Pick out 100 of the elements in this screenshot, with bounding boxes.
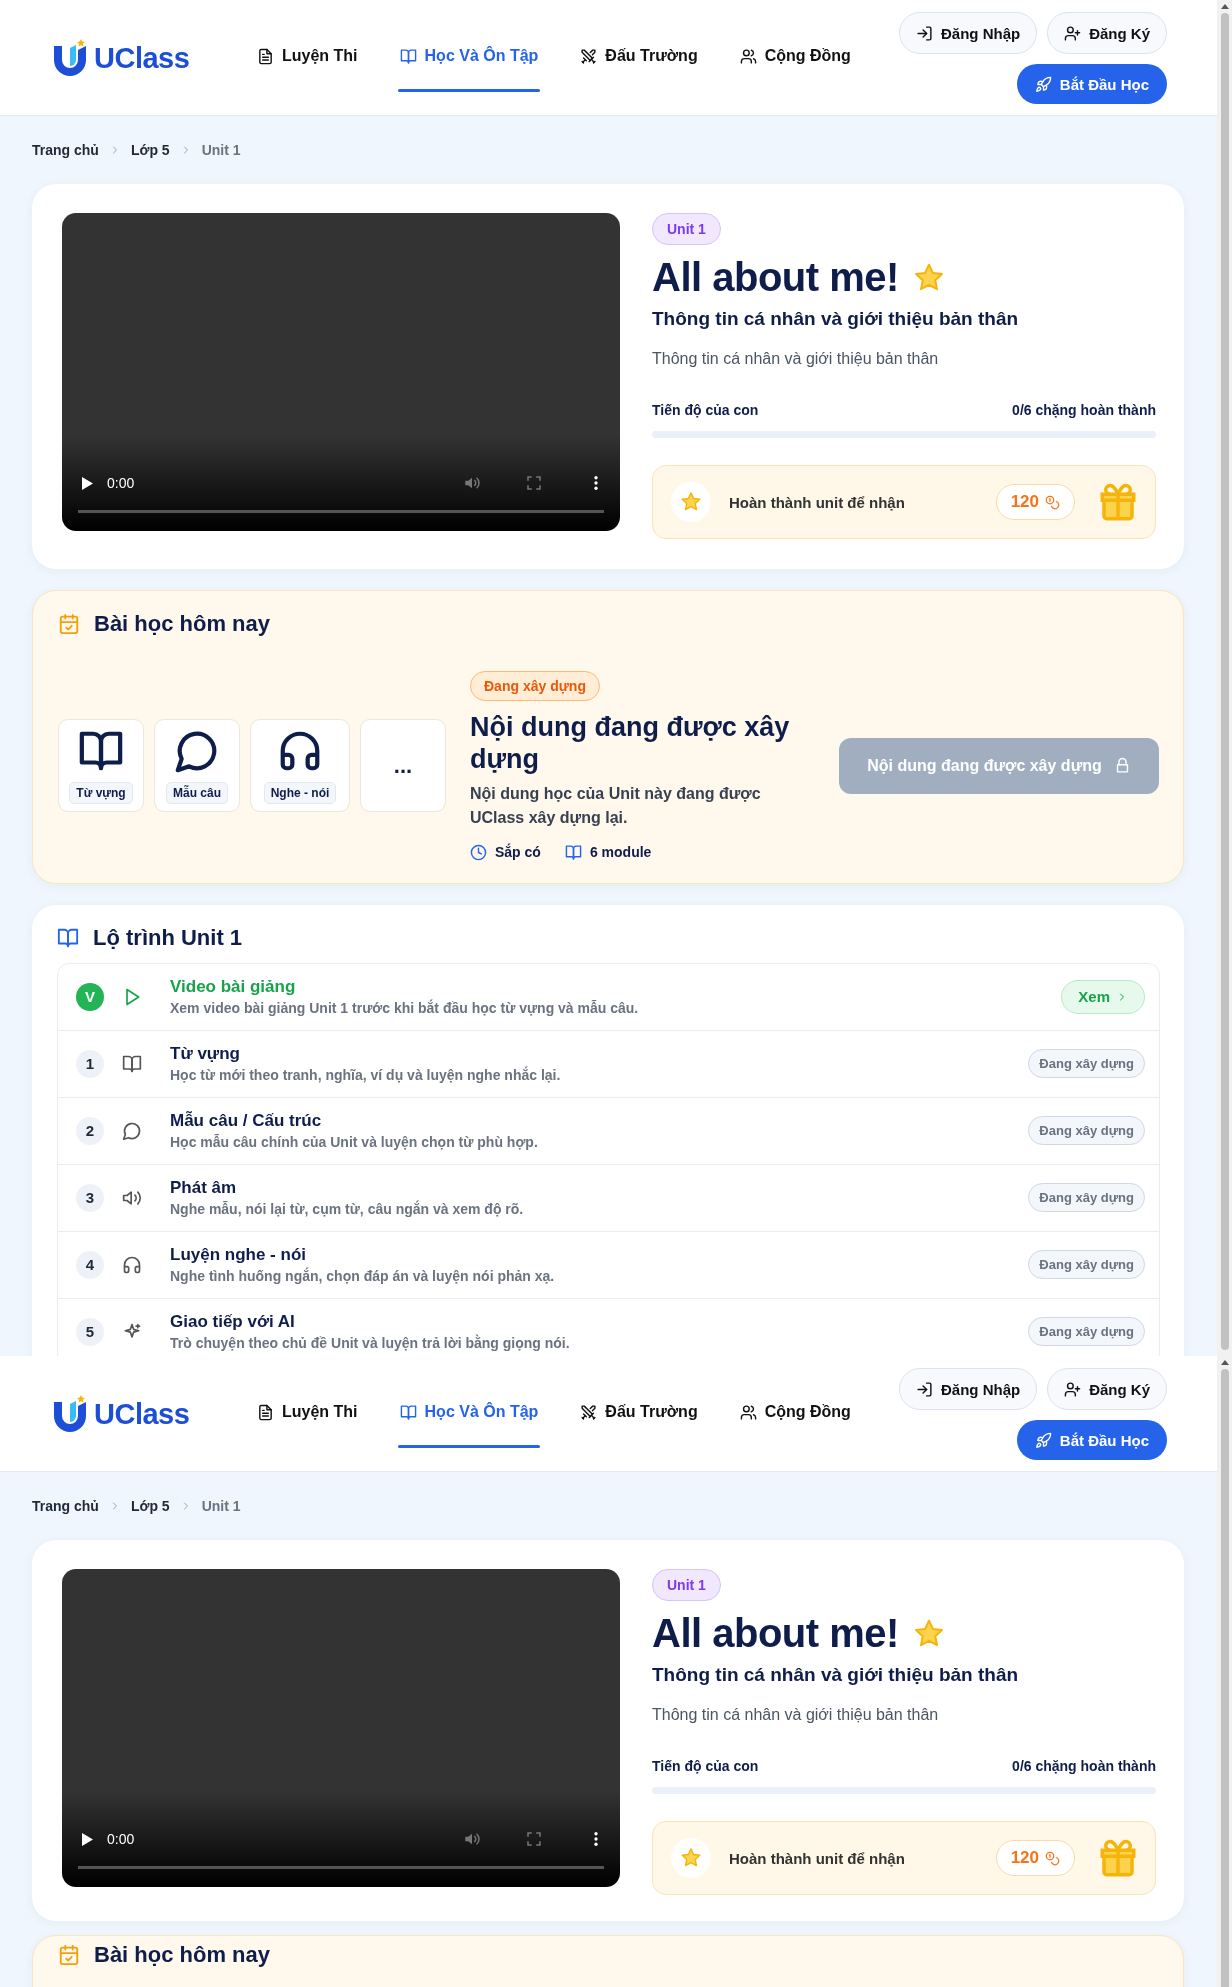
video-time: 0:00 xyxy=(107,475,135,491)
tile-label: Mẫu câu xyxy=(166,781,228,804)
nav-tab[interactable]: Luyện Thi xyxy=(255,0,360,115)
tile-label: Nghe - nói xyxy=(263,781,337,804)
users-icon xyxy=(739,47,757,65)
step-description: Học từ mới theo tranh, nghĩa, ví dụ và luyện nghe nhắc lại. xyxy=(170,1067,562,1084)
book-icon xyxy=(399,1403,417,1421)
scroll-up-icon[interactable] xyxy=(1220,1360,1229,1365)
register-button[interactable]: Đăng Ký xyxy=(1047,12,1167,54)
points-badge: 120 xyxy=(995,1840,1075,1876)
module-tile[interactable]: Mẫu câu xyxy=(154,719,240,813)
unit-title: All about me! xyxy=(652,1611,899,1656)
more-label: ... xyxy=(393,752,413,779)
module-tile[interactable]: Nghe - nói xyxy=(250,719,350,813)
play-icon[interactable] xyxy=(82,1832,93,1846)
unit-description: Thông tin cá nhân và giới thiệu bản thân xyxy=(652,1706,939,1724)
meta-text: 6 module xyxy=(589,844,652,861)
login-icon xyxy=(916,24,933,42)
section-title: Bài học hôm nay xyxy=(94,1942,271,1968)
fullscreen-icon[interactable] xyxy=(525,474,543,492)
status-badge: Đang xây dựng xyxy=(1028,1116,1145,1146)
scrollbar[interactable] xyxy=(1217,1356,1232,1987)
register-button[interactable]: Đăng Ký xyxy=(1047,1368,1167,1410)
unit-description: Thông tin cá nhân và giới thiệu bản thân xyxy=(652,350,939,368)
login-button[interactable]: Đăng Nhập xyxy=(899,1368,1038,1410)
breadcrumb-link[interactable]: Lớp 5 xyxy=(130,142,170,158)
play-icon[interactable] xyxy=(82,476,93,490)
step-badge: 5 xyxy=(76,1317,104,1346)
nav-tab[interactable]: Đấu Trường xyxy=(578,1356,700,1471)
reward-text: Hoàn thành unit để nhận xyxy=(729,1849,906,1867)
progress-label: Tiến độ của con xyxy=(652,402,759,418)
step-badge: 2 xyxy=(76,1116,104,1145)
module-tile[interactable]: Từ vựng xyxy=(58,719,144,813)
status-badge: Đang xây dựng xyxy=(1028,1250,1145,1280)
document-icon xyxy=(257,1403,274,1421)
breadcrumb-link[interactable]: Trang chủ xyxy=(32,1498,99,1514)
points-badge: 120 xyxy=(995,484,1075,520)
nav-tab[interactable]: Đấu Trường xyxy=(578,0,700,115)
video-time: 0:00 xyxy=(107,1831,135,1847)
roadmap-row[interactable]: 3 Phát âm Nghe mẫu, nói lại từ, cụm từ, câu ngắn và xem độ rõ. Đang xây dựng xyxy=(58,1163,1159,1231)
clock-icon xyxy=(470,843,487,861)
step-badge: 3 xyxy=(76,1183,104,1212)
roadmap-row[interactable]: 4 Luyện nghe - nói Nghe tình huống ngắn, chọn đáp án và luyện nói phản xạ. Đang xây dựng xyxy=(58,1230,1159,1298)
step-description: Học mẫu câu chính của Unit và luyện chọn từ phù hợp. xyxy=(170,1134,539,1151)
unit-title: All about me! xyxy=(652,255,899,300)
nav-tab[interactable]: Học Và Ôn Tập xyxy=(397,1356,541,1471)
video-player[interactable]: 0:00 xyxy=(62,213,620,531)
step-title: Mẫu câu / Cấu trúc xyxy=(170,1111,323,1132)
scroll-up-icon[interactable] xyxy=(1220,4,1229,9)
status-badge: Đang xây dựng xyxy=(1028,1183,1145,1213)
tile-label: Từ vựng xyxy=(69,781,133,804)
status-badge: Đang xây dựng xyxy=(1028,1317,1145,1347)
headphones-icon xyxy=(122,1254,142,1275)
module-tile[interactable]: ... xyxy=(360,719,446,813)
step-title: Giao tiếp với AI xyxy=(170,1312,296,1333)
unit-badge: Unit 1 xyxy=(652,213,721,245)
breadcrumb-current: Unit 1 xyxy=(201,1498,241,1514)
lesson-heading: Nội dung đang được xây dựng xyxy=(470,711,791,776)
unit-subtitle: Thông tin cá nhân và giới thiệu bản thân xyxy=(652,308,1019,330)
step-title: Phát âm xyxy=(170,1178,238,1199)
step-description: Trò chuyện theo chủ đề Unit và luyện trả lời bằng giọng nói. xyxy=(170,1335,571,1352)
scrollbar-thumb[interactable] xyxy=(1220,13,1229,1350)
fullscreen-icon[interactable] xyxy=(525,1830,543,1848)
unit-subtitle: Thông tin cá nhân và giới thiệu bản thân xyxy=(652,1664,1019,1686)
step-description: Nghe mẫu, nói lại từ, cụm từ, câu ngắn và xem độ rõ. xyxy=(170,1201,525,1218)
progress-reading: 0/6 chặng hoàn thành xyxy=(1012,402,1156,418)
step-badge: 4 xyxy=(76,1250,104,1279)
nav-tab[interactable]: Cộng Đồng xyxy=(737,1356,853,1471)
breadcrumb-link[interactable]: Lớp 5 xyxy=(130,1498,170,1514)
roadmap-row[interactable]: V Video bài giảng Xem video bài giảng Unit 1 trước khi bắt đầu học từ vựng và mẫu câu. Xem xyxy=(58,963,1159,1030)
start-button[interactable]: Bắt Đầu Học xyxy=(1016,64,1167,104)
users-icon xyxy=(739,1403,757,1421)
step-title: Video bài giảng xyxy=(170,977,297,998)
breadcrumb-current: Unit 1 xyxy=(201,142,241,158)
book-icon xyxy=(122,1053,142,1074)
rocket-icon xyxy=(1034,75,1052,93)
nav-tab[interactable]: Luyện Thi xyxy=(255,1356,360,1471)
start-button[interactable]: Bắt Đầu Học xyxy=(1016,1420,1167,1460)
roadmap-row[interactable]: 1 Từ vựng Học từ mới theo tranh, nghĩa, ví dụ và luyện nghe nhắc lại. Đang xây dựng xyxy=(58,1029,1159,1097)
scrollbar-thumb[interactable] xyxy=(1220,1369,1229,1987)
breadcrumb-link[interactable]: Trang chủ xyxy=(32,142,99,158)
swords-icon xyxy=(580,47,598,65)
nav-tab[interactable]: Học Và Ôn Tập xyxy=(397,0,541,115)
video-player[interactable]: 0:00 xyxy=(62,1569,620,1887)
status-badge: Đang xây dựng xyxy=(1028,1049,1145,1079)
document-icon xyxy=(257,47,274,65)
progress-label: Tiến độ của con xyxy=(652,1758,759,1774)
progress-reading: 0/6 chặng hoàn thành xyxy=(1012,1758,1156,1774)
add-user-icon xyxy=(1064,1380,1082,1398)
scrollbar[interactable] xyxy=(1217,0,1232,1356)
rocket-icon xyxy=(1034,1431,1052,1449)
login-button[interactable]: Đăng Nhập xyxy=(899,12,1038,54)
roadmap-row[interactable]: 2 Mẫu câu / Cấu trúc Học mẫu câu chính của Unit và luyện chọn từ phù hợp. Đang xây dựng xyxy=(58,1096,1159,1164)
book-icon xyxy=(399,47,417,65)
section-title: Lộ trình Unit 1 xyxy=(93,924,243,951)
step-description: Xem video bài giảng Unit 1 trước khi bắt đầu học từ vựng và mẫu câu. xyxy=(170,1000,640,1017)
coins-icon xyxy=(1045,494,1060,510)
book-icon xyxy=(564,843,582,861)
book-icon xyxy=(57,926,79,949)
nav-tab[interactable]: Cộng Đồng xyxy=(737,0,853,115)
